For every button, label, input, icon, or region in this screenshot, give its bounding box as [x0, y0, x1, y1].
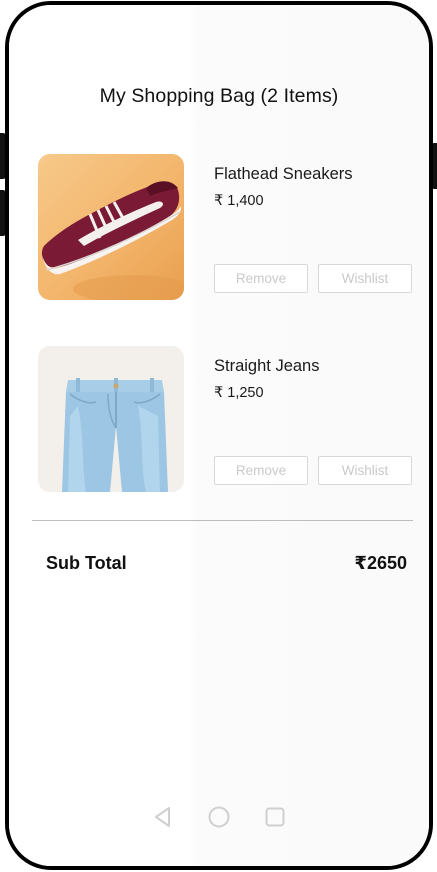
sneaker-image — [38, 154, 184, 300]
subtotal-label: Sub Total — [46, 553, 127, 573]
jeans-image — [38, 346, 184, 492]
remove-button[interactable]: Remove — [214, 264, 308, 293]
remove-button[interactable]: Remove — [214, 456, 308, 485]
page-title: My Shopping Bag (2 Items) — [99, 85, 339, 107]
recent-apps-square-icon[interactable] — [263, 805, 287, 829]
item-name[interactable]: Straight Jeans — [214, 357, 319, 376]
subtotal-value: ₹2650 — [354, 553, 407, 573]
screen: My Shopping Bag (2 Items) Flathead Sneak… — [9, 5, 429, 866]
product-image-sneakers[interactable] — [38, 154, 184, 300]
phone-frame: My Shopping Bag (2 Items) Flathead Sneak… — [5, 1, 433, 870]
home-circle-icon[interactable] — [207, 805, 231, 829]
wishlist-button[interactable]: Wishlist — [318, 456, 412, 485]
back-triangle-icon[interactable] — [151, 805, 175, 829]
product-image-jeans[interactable] — [38, 346, 184, 492]
divider — [32, 520, 413, 521]
system-nav-bar — [9, 805, 429, 835]
item-price: ₹ 1,250 — [214, 385, 264, 401]
item-price: ₹ 1,400 — [214, 193, 264, 209]
cart-item: Straight Jeans ₹ 1,250 Remove Wishlist — [34, 344, 414, 492]
cart-item: Flathead Sneakers ₹ 1,400 Remove Wishlis… — [34, 152, 414, 300]
item-name[interactable]: Flathead Sneakers — [214, 165, 353, 184]
wishlist-button[interactable]: Wishlist — [318, 264, 412, 293]
